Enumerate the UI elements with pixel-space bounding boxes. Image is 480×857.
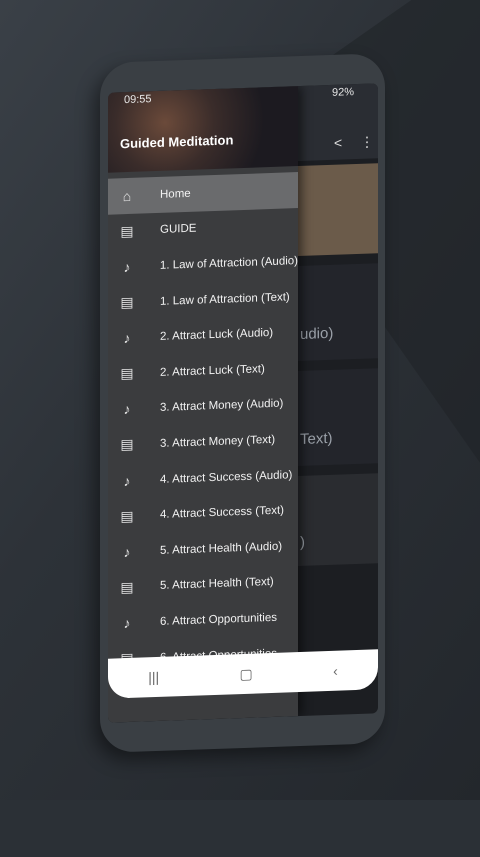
menu-item-label: 1. Law of Attraction (Text) — [160, 290, 290, 308]
menu-item-label: GUIDE — [160, 222, 197, 237]
music-note-icon: ♪ — [123, 543, 131, 560]
document-icon: ▤ — [120, 293, 134, 311]
music-note-icon: ♪ — [123, 258, 131, 276]
menu-item-label: 5. Attract Health (Text) — [160, 576, 274, 593]
music-note-icon: ♪ — [123, 472, 131, 489]
menu-item-label: 4. Attract Success (Text) — [160, 504, 284, 522]
navigation-drawer: 09:55 Guided Meditation ⌂ Home ▤ GUIDE ♪… — [108, 86, 298, 723]
phone-frame: < ⋮ udio) Text) ) 09:55 Guided Meditatio… — [100, 53, 385, 753]
menu-item-label: 5. Attract Health (Audio) — [160, 540, 283, 557]
content-card-4-text: ) — [300, 533, 305, 551]
home-icon: ⌂ — [122, 187, 132, 204]
phone-screen: < ⋮ udio) Text) ) 09:55 Guided Meditatio… — [108, 83, 378, 723]
document-icon: ▤ — [120, 507, 134, 524]
menu-item-label: 1. Law of Attraction (Audio) — [159, 255, 298, 272]
menu-item-label: 2. Attract Luck (Audio) — [160, 327, 274, 344]
document-icon: ▤ — [120, 436, 134, 453]
drawer-menu: ⌂ Home ▤ GUIDE ♪ 1. Law of Attraction (A… — [108, 172, 298, 677]
overflow-menu-icon[interactable]: ⋮ — [360, 133, 374, 150]
music-note-icon: ♪ — [123, 614, 131, 632]
drawer-title: Guided Meditation — [120, 132, 234, 152]
menu-item-label: Home — [160, 187, 191, 201]
content-card-3[interactable] — [298, 368, 378, 467]
music-note-icon: ♪ — [123, 401, 131, 418]
document-icon: ▤ — [120, 365, 134, 382]
menu-item-label: 3. Attract Money (Text) — [160, 433, 276, 450]
document-icon: ▤ — [120, 222, 134, 240]
document-icon: ▤ — [120, 578, 134, 596]
battery-level: 92% — [332, 86, 355, 99]
content-card-1[interactable] — [298, 163, 378, 257]
share-icon[interactable]: < — [334, 135, 342, 151]
menu-item-label: 3. Attract Money (Audio) — [160, 397, 284, 415]
music-note-icon: ♪ — [123, 330, 131, 347]
menu-item-label: 6. Attract Opportunities — [160, 611, 277, 628]
content-card-2[interactable] — [298, 263, 378, 362]
recents-button[interactable]: ||| — [148, 669, 159, 685]
menu-item-label: 4. Attract Success (Audio) — [160, 468, 293, 486]
content-card-3-text: Text) — [300, 429, 333, 448]
menu-item-label: 2. Attract Luck (Text) — [160, 362, 265, 379]
back-button[interactable]: ‹ — [333, 663, 338, 679]
content-card-2-text: udio) — [300, 324, 334, 343]
content-card-4[interactable] — [298, 473, 378, 567]
home-button[interactable]: ▢ — [240, 665, 253, 682]
